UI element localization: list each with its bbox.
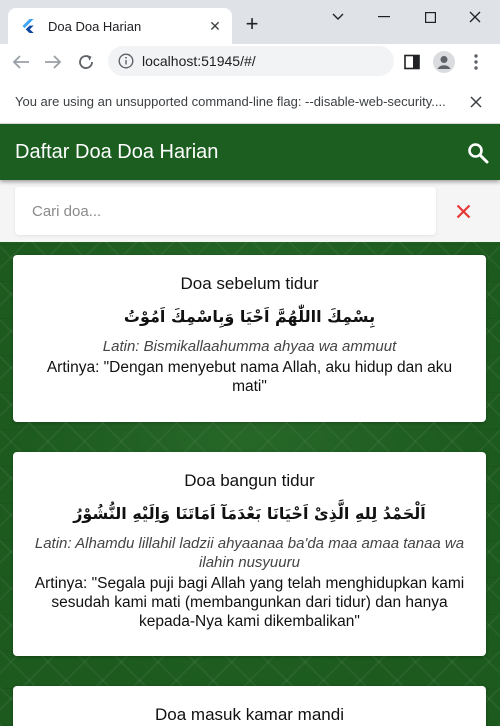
search-input[interactable] [15,187,436,235]
doa-latin: Latin: Bismikallaahumma ahyaa wa ammuut [102,338,397,355]
browser-tab[interactable]: Doa Doa Harian ✕ [8,8,232,44]
side-panel-icon[interactable] [398,48,426,76]
site-info-icon[interactable] [118,53,134,69]
tab-title: Doa Doa Harian [48,18,142,34]
page-title: Daftar Doa Doa Harian [15,141,219,163]
flutter-icon [22,19,34,33]
address-bar[interactable]: localhost:51945/#/ [108,46,394,76]
doa-card[interactable]: Doa bangun tidur اَلْحَمْدُ لِلهِ الَّذِ… [13,452,486,656]
search-icon[interactable] [466,141,490,165]
browser-tabbar: Doa Doa Harian ✕ + [0,0,500,44]
doa-arabic: بِسْمِكَ االلّٰهُمَّ اَحْيَا وَبِاسْمِكَ… [123,307,376,326]
doa-meaning: Artinya: "Segala puji bagi Allah yang te… [34,575,465,630]
doa-latin: Latin: Alhamdu lillahil ladzii ahyaanaa … [34,535,465,571]
browser-infobar: You are using an unsupported command-lin… [0,80,500,124]
search-bar [0,180,500,242]
doa-arabic: اَلْحَمْدُ لِلهِ الَّذِىْ اَحْيَانَا بَع… [73,504,426,523]
doa-card[interactable]: Doa sebelum tidur بِسْمِكَ االلّٰهُمَّ ا… [13,255,486,422]
back-icon[interactable] [7,48,35,76]
address-url: localhost:51945/#/ [142,53,256,69]
browser-menu-icon[interactable] [462,48,490,76]
doa-title: Doa bangun tidur [184,471,315,490]
doa-title: Doa masuk kamar mandi [155,705,344,724]
doa-meaning: Artinya: "Dengan menyebut nama Allah, ak… [46,359,453,395]
search-field-container [15,187,436,235]
maximize-icon[interactable] [412,6,448,28]
profile-avatar-icon[interactable] [430,48,458,76]
doa-title: Doa sebelum tidur [180,274,319,293]
minimize-icon[interactable] [366,6,402,28]
forward-icon[interactable] [39,48,67,76]
tab-close-icon[interactable]: ✕ [206,17,224,35]
window-close-icon[interactable] [457,6,493,28]
doa-card[interactable]: Doa masuk kamar mandi [13,686,486,726]
reload-icon[interactable] [72,48,100,76]
infobar-message: You are using an unsupported command-lin… [15,94,446,109]
doa-list: Doa sebelum tidur بِسْمِكَ االلّٰهُمَّ ا… [0,242,500,726]
tab-search-chevron-icon[interactable] [320,6,356,28]
clear-search-icon[interactable] [452,200,474,222]
new-tab-button[interactable]: + [240,11,264,36]
app-bar: Daftar Doa Doa Harian [0,124,500,180]
infobar-close-icon[interactable] [466,92,486,112]
